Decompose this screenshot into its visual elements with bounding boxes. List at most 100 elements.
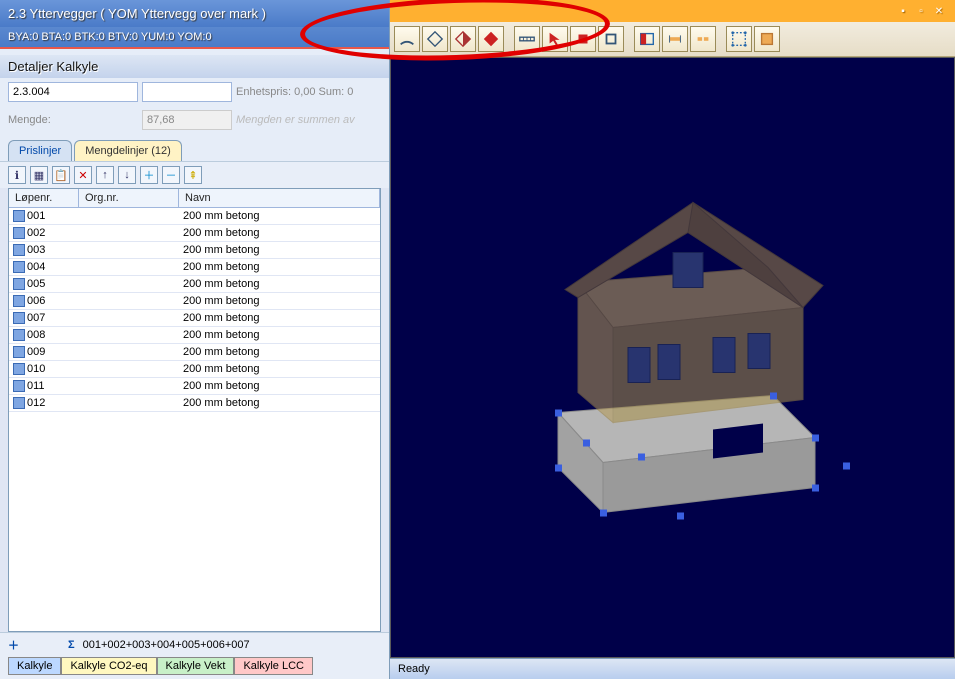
cell-navn: 200 mm betong xyxy=(179,276,380,292)
tab-mengdelinjer[interactable]: Mengdelinjer (12) xyxy=(74,140,182,161)
blank-input[interactable] xyxy=(142,82,232,102)
tool-measure[interactable] xyxy=(514,26,540,52)
cell-orgnr xyxy=(79,214,179,218)
tool-block-outline[interactable] xyxy=(598,26,624,52)
header-metrics: BYA:0 BTA:0 BTK:0 BTV:0 YUM:0 YOM:0 xyxy=(0,27,389,49)
cell-navn: 200 mm betong xyxy=(179,310,380,326)
remove-button[interactable]: － xyxy=(162,166,180,184)
cell-orgnr xyxy=(79,316,179,320)
table-row[interactable]: 004200 mm betong xyxy=(9,259,380,276)
sum-expression: 001+002+003+004+005+006+007 xyxy=(83,639,381,651)
cell-orgnr xyxy=(79,282,179,286)
cell-orgnr xyxy=(79,248,179,252)
viewer-toolbar xyxy=(390,22,955,57)
cell-navn: 200 mm betong xyxy=(179,361,380,377)
grid-toolbar: ℹ ▦ 📋 ✕ ↑ ↓ ＋ － ⇞ xyxy=(0,161,389,188)
left-panel: 2.3 Yttervegger ( YOM Yttervegg over mar… xyxy=(0,0,390,679)
filter-button[interactable]: ⇞ xyxy=(184,166,202,184)
grid-button[interactable]: ▦ xyxy=(30,166,48,184)
table-row[interactable]: 005200 mm betong xyxy=(9,276,380,293)
grid-header-row: Løpenr. Org.nr. Navn xyxy=(9,189,380,208)
mengde-row: Mengde: Mengden er summen av xyxy=(0,106,389,134)
tab-kalkyle-co2[interactable]: Kalkyle CO2-eq xyxy=(61,657,156,675)
down-button[interactable]: ↓ xyxy=(118,166,136,184)
mengde-value xyxy=(142,110,232,130)
house-model xyxy=(463,178,883,561)
tool-diamond-outline[interactable] xyxy=(422,26,448,52)
cell-lopenr: 009 xyxy=(9,344,79,360)
minimize-button[interactable]: ▪ xyxy=(895,4,911,18)
row-icon xyxy=(13,261,25,273)
table-row[interactable]: 001200 mm betong xyxy=(9,208,380,225)
row-icon xyxy=(13,244,25,256)
cell-navn: 200 mm betong xyxy=(179,242,380,258)
tab-kalkyle-lcc[interactable]: Kalkyle LCC xyxy=(234,657,313,675)
maximize-button[interactable]: ▫ xyxy=(913,4,929,18)
tool-diamond-solid[interactable] xyxy=(478,26,504,52)
tool-floor[interactable] xyxy=(634,26,660,52)
cell-lopenr: 010 xyxy=(9,361,79,377)
table-row[interactable]: 011 200 mm betong xyxy=(9,378,380,395)
row-icon xyxy=(13,210,25,222)
cell-lopenr: 006 xyxy=(9,293,79,309)
code-row: Enhetspris: 0,00 Sum: 0 xyxy=(0,78,389,106)
cell-orgnr xyxy=(79,231,179,235)
copy-button[interactable]: 📋 xyxy=(52,166,70,184)
table-row[interactable]: 006200 mm betong xyxy=(9,293,380,310)
table-row[interactable]: 008200 mm betong xyxy=(9,327,380,344)
cell-orgnr xyxy=(79,384,179,388)
tool-bbox-dashed[interactable] xyxy=(726,26,752,52)
close-button[interactable]: ✕ xyxy=(931,4,947,18)
cell-lopenr: 001 xyxy=(9,208,79,224)
table-row[interactable]: 003 200 mm betong xyxy=(9,242,380,259)
cell-lopenr: 003 xyxy=(9,242,79,258)
cell-lopenr: 011 xyxy=(9,378,79,394)
tool-block-red[interactable] xyxy=(570,26,596,52)
col-lopenr[interactable]: Løpenr. xyxy=(9,189,79,207)
row-icon xyxy=(13,346,25,358)
col-navn[interactable]: Navn xyxy=(179,189,380,207)
header-title: 2.3 Yttervegger ( YOM Yttervegg over mar… xyxy=(0,0,389,27)
tool-arc[interactable] xyxy=(394,26,420,52)
add-row-button[interactable]: ＋ xyxy=(8,637,68,653)
delete-button[interactable]: ✕ xyxy=(74,166,92,184)
row-icon xyxy=(13,397,25,409)
tool-section1[interactable] xyxy=(662,26,688,52)
info-button[interactable]: ℹ xyxy=(8,166,26,184)
3d-viewport[interactable] xyxy=(390,57,955,658)
tab-kalkyle-vekt[interactable]: Kalkyle Vekt xyxy=(157,657,235,675)
upper-tabs: Prislinjer Mengdelinjer (12) xyxy=(0,134,389,161)
cell-orgnr xyxy=(79,367,179,371)
tool-diamond-half[interactable] xyxy=(450,26,476,52)
price-label: Enhetspris: 0,00 Sum: 0 xyxy=(236,86,381,98)
table-row[interactable]: 010 200 mm betong xyxy=(9,361,380,378)
cell-orgnr xyxy=(79,265,179,269)
tab-kalkyle[interactable]: Kalkyle xyxy=(8,657,61,675)
tool-select-red[interactable] xyxy=(542,26,568,52)
cell-lopenr: 007 xyxy=(9,310,79,326)
cell-orgnr xyxy=(79,299,179,303)
cell-navn: 200 mm betong xyxy=(179,378,380,394)
status-text: Ready xyxy=(398,663,430,675)
up-button[interactable]: ↑ xyxy=(96,166,114,184)
sigma-icon: Σ xyxy=(68,639,75,651)
mengde-note: Mengden er summen av xyxy=(236,114,381,126)
grid-body: 001200 mm betong002200 mm betong003200 m… xyxy=(9,208,380,631)
table-row[interactable]: 002200 mm betong xyxy=(9,225,380,242)
tab-prislinjer[interactable]: Prislinjer xyxy=(8,140,72,161)
mengde-label: Mengde: xyxy=(8,114,138,126)
row-icon xyxy=(13,227,25,239)
details-title: Detaljer Kalkyle xyxy=(0,49,389,78)
tool-section2[interactable] xyxy=(690,26,716,52)
table-row[interactable]: 012200 mm betong xyxy=(9,395,380,412)
table-row[interactable]: 009200 mm betong xyxy=(9,344,380,361)
code-input[interactable] xyxy=(8,82,138,102)
cell-orgnr xyxy=(79,401,179,405)
add-button[interactable]: ＋ xyxy=(140,166,158,184)
tool-bbox-solid[interactable] xyxy=(754,26,780,52)
cell-lopenr: 008 xyxy=(9,327,79,343)
row-icon xyxy=(13,380,25,392)
col-orgnr[interactable]: Org.nr. xyxy=(79,189,179,207)
table-row[interactable]: 007 200 mm betong xyxy=(9,310,380,327)
cell-orgnr xyxy=(79,350,179,354)
